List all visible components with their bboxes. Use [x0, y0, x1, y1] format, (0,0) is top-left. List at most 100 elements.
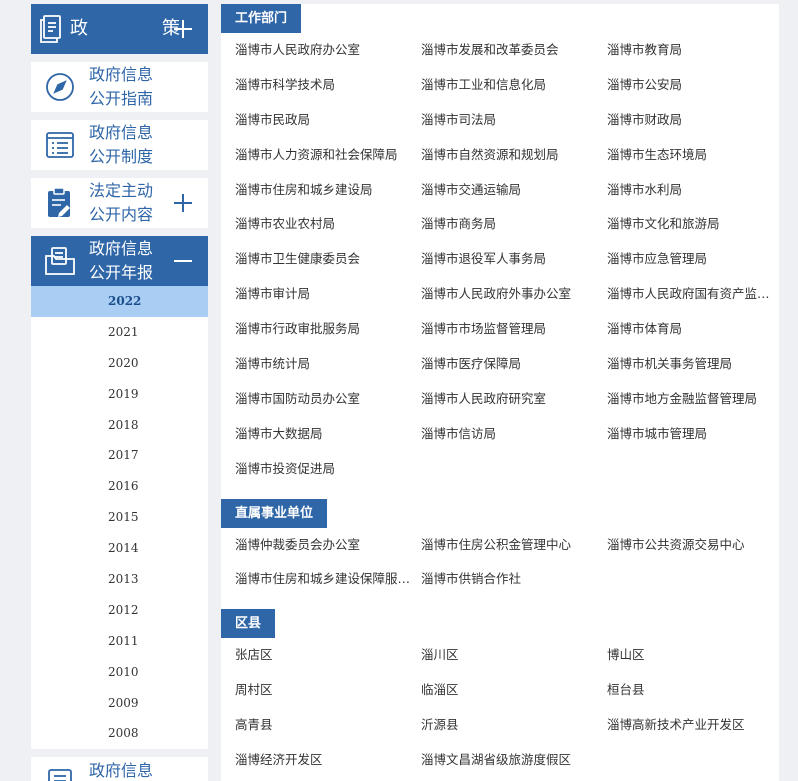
department-link[interactable]: 淄博市投资促进局 — [235, 452, 421, 487]
department-link[interactable]: 淄博仲裁委员会办公室 — [235, 528, 421, 563]
department-link[interactable]: 淄博市城市管理局 — [607, 417, 779, 452]
department-link[interactable]: 淄博市人民政府国有资产监督… — [607, 277, 779, 312]
department-link[interactable]: 淄博市财政局 — [607, 103, 779, 138]
list-icon — [31, 130, 89, 160]
department-link[interactable]: 淄博市机关事务管理局 — [607, 347, 779, 382]
year-link[interactable]: 2012 — [31, 595, 208, 626]
document-icon — [31, 14, 70, 44]
department-link[interactable]: 桓台县 — [607, 673, 779, 708]
department-link[interactable]: 淄博市司法局 — [421, 103, 607, 138]
section-title: 区县 — [221, 609, 276, 639]
year-link[interactable]: 2019 — [31, 379, 208, 410]
section-header: 工作部门 — [221, 4, 779, 33]
sidebar-item-active-disclosure[interactable]: 法定主动 公开内容 — [31, 178, 208, 228]
department-link[interactable]: 淄博市统计局 — [235, 347, 421, 382]
expand-plus-icon[interactable] — [170, 190, 196, 216]
department-link[interactable]: 淄博市医疗保障局 — [421, 347, 607, 382]
department-link[interactable]: 淄博市住房和城乡建设局 — [235, 173, 421, 208]
department-link[interactable]: 淄川区 — [421, 638, 607, 673]
department-link[interactable]: 淄博市人民政府办公室 — [235, 33, 421, 68]
department-link[interactable]: 淄博市住房公积金管理中心 — [421, 528, 607, 563]
department-link[interactable]: 淄博市住房和城乡建设保障服… — [235, 562, 421, 597]
department-link[interactable]: 周村区 — [235, 673, 421, 708]
folder-icon — [31, 246, 89, 276]
year-link[interactable]: 2011 — [31, 626, 208, 657]
year-link[interactable]: 2016 — [31, 471, 208, 502]
department-link[interactable]: 高青县 — [235, 708, 421, 743]
compass-icon — [31, 72, 89, 102]
department-link[interactable]: 淄博市农业农村局 — [235, 207, 421, 242]
department-link[interactable]: 淄博经济开发区 — [235, 743, 421, 778]
department-link[interactable]: 淄博市交通运输局 — [421, 173, 607, 208]
department-link[interactable]: 淄博市审计局 — [235, 277, 421, 312]
department-link[interactable]: 淄博高新技术产业开发区 — [607, 708, 779, 743]
department-link[interactable]: 淄博市科学技术局 — [235, 68, 421, 103]
sidebar-item-info[interactable]: 政府信息 — [31, 757, 208, 781]
department-link[interactable]: 淄博市自然资源和规划局 — [421, 138, 607, 173]
department-link[interactable]: 淄博市国防动员办公室 — [235, 382, 421, 417]
sidebar-item-label: 政府信息 公开年报 — [89, 239, 154, 282]
department-link[interactable]: 淄博市退役军人事务局 — [421, 242, 607, 277]
sidebar-item-label: 政府信息 公开指南 — [89, 65, 154, 108]
department-link[interactable]: 淄博市水利局 — [607, 173, 779, 208]
year-link[interactable]: 2009 — [31, 688, 208, 719]
link-grid: 淄博仲裁委员会办公室 淄博市住房公积金管理中心 淄博市公共资源交易中心淄博市住房和城… — [221, 528, 779, 598]
department-link[interactable]: 淄博市人力资源和社会保障局 — [235, 138, 421, 173]
department-link[interactable]: 淄博市公共资源交易中心 — [607, 528, 779, 563]
year-link[interactable]: 2021 — [31, 317, 208, 348]
year-link[interactable]: 2015 — [31, 502, 208, 533]
year-link[interactable]: 2014 — [31, 533, 208, 564]
department-link[interactable]: 淄博市地方金融监督管理局 — [607, 382, 779, 417]
department-link[interactable]: 临淄区 — [421, 673, 607, 708]
link-grid: 淄博市人民政府办公室 淄博市发展和改革委员会 淄博市教育局淄博市科学技术局 淄博市工业… — [221, 33, 779, 487]
sidebar-item-annual-report[interactable]: 政府信息 公开年报 — [31, 236, 208, 286]
year-link[interactable]: 2008 — [31, 718, 208, 749]
year-link[interactable]: 2013 — [31, 564, 208, 595]
sidebar-item-label: 法定主动 公开内容 — [89, 181, 154, 224]
department-link[interactable]: 淄博市文化和旅游局 — [607, 207, 779, 242]
department-link[interactable]: 淄博市商务局 — [421, 207, 607, 242]
year-link[interactable]: 2017 — [31, 440, 208, 471]
department-link[interactable]: 淄博市行政审批服务局 — [235, 312, 421, 347]
department-link[interactable]: 淄博市民政局 — [235, 103, 421, 138]
year-link[interactable]: 2020 — [31, 348, 208, 379]
year-list: 2022 2021 2020 2019 2018 2017 2016 2015 2014 2013… — [31, 286, 208, 750]
department-link[interactable]: 淄博市市场监督管理局 — [421, 312, 607, 347]
department-link[interactable]: 淄博市公安局 — [607, 68, 779, 103]
sidebar-item-guide[interactable]: 政府信息 公开指南 — [31, 62, 208, 112]
department-link[interactable]: 淄博市发展和改革委员会 — [421, 33, 607, 68]
department-link[interactable]: 博山区 — [607, 638, 779, 673]
department-link[interactable]: 淄博市信访局 — [421, 417, 607, 452]
sidebar: 政 策 政府信息 公开指南 政府信息 公开制度 法定主动 公开内容 政府信息 公… — [31, 4, 208, 781]
department-link[interactable]: 淄博市教育局 — [607, 33, 779, 68]
department-link[interactable]: 淄博市大数据局 — [235, 417, 421, 452]
department-link[interactable]: 沂源县 — [421, 708, 607, 743]
department-directory: 工作部门 淄博市人民政府办公室 淄博市发展和改革委员会 淄博市教育局 淄博市科学技术局淄… — [221, 4, 779, 781]
expand-plus-icon[interactable] — [170, 16, 196, 42]
department-link[interactable]: 淄博市生态环境局 — [607, 138, 779, 173]
sidebar-item-label: 政府信息 公开制度 — [89, 123, 154, 166]
year-link[interactable]: 2022 — [31, 286, 208, 317]
department-link[interactable]: 淄博市卫生健康委员会 — [235, 242, 421, 277]
collapse-minus-icon[interactable] — [170, 248, 196, 274]
department-link[interactable]: 淄博市体育局 — [607, 312, 779, 347]
year-link[interactable]: 2010 — [31, 657, 208, 688]
department-link[interactable]: 淄博市供销合作社 — [421, 562, 607, 597]
department-link[interactable]: 张店区 — [235, 638, 421, 673]
department-link[interactable]: 淄博文昌湖省级旅游度假区 — [421, 743, 607, 778]
year-link[interactable]: 2018 — [31, 410, 208, 441]
section-title: 直属事业单位 — [221, 498, 328, 528]
sidebar-item-policy[interactable]: 政 策 — [31, 4, 208, 54]
clipboard-edit-icon — [31, 187, 89, 219]
department-link[interactable]: 淄博市人民政府外事办公室 — [421, 277, 607, 312]
document-icon — [31, 767, 89, 781]
department-link[interactable]: 淄博市工业和信息化局 — [421, 68, 607, 103]
section-title: 工作部门 — [221, 4, 302, 33]
sidebar-item-label: 政府信息 — [89, 761, 154, 781]
sidebar-item-system[interactable]: 政府信息 公开制度 — [31, 120, 208, 170]
link-grid: 张店区 淄川区 博山区周村区 临淄区 桓台县高青县 沂源县 淄博高新技术产业开发区淄博经济开… — [221, 638, 779, 778]
department-link[interactable]: 淄博市应急管理局 — [607, 242, 779, 277]
department-link[interactable]: 淄博市人民政府研究室 — [421, 382, 607, 417]
